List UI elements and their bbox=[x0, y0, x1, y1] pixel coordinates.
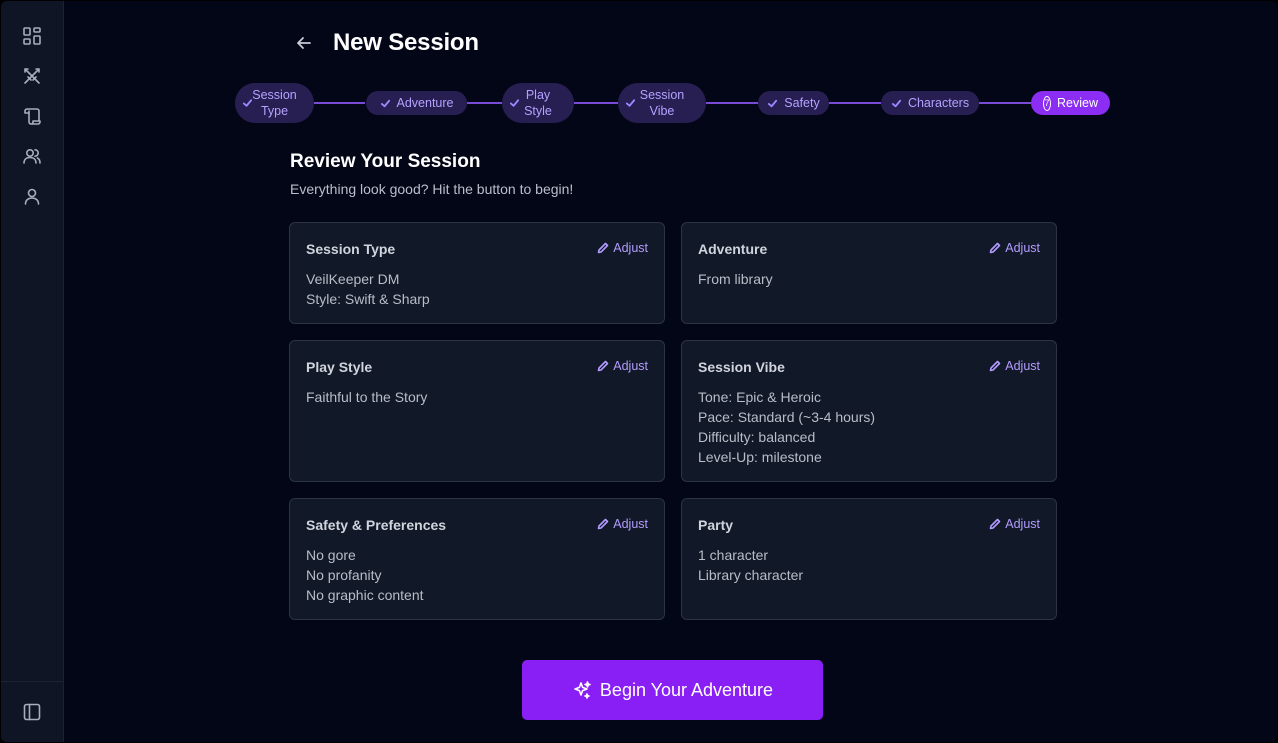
step-session-type[interactable]: Session Type bbox=[235, 83, 314, 123]
step-connector bbox=[467, 102, 502, 104]
step-label-line: Play bbox=[525, 88, 551, 102]
step-label: Safety bbox=[784, 96, 820, 110]
adjust-label: Adjust bbox=[613, 359, 648, 373]
step-connector bbox=[314, 102, 365, 104]
card-line: Level-Up: milestone bbox=[698, 449, 822, 465]
adjust-label: Adjust bbox=[1005, 517, 1040, 531]
app-window: New Session Session Type Adventure Play … bbox=[1, 1, 1277, 742]
card-details: VeilKeeper DM Style: Swift & Sharp bbox=[306, 269, 430, 309]
step-connector bbox=[574, 102, 618, 104]
swords-icon[interactable] bbox=[21, 65, 43, 87]
card-title: Adventure bbox=[698, 241, 768, 257]
pencil-icon bbox=[597, 242, 613, 254]
pencil-icon bbox=[597, 360, 613, 372]
sidebar bbox=[1, 1, 64, 742]
adjust-button[interactable]: Adjust bbox=[597, 241, 648, 255]
dashboard-icon[interactable] bbox=[21, 25, 43, 47]
section-title: Review Your Session bbox=[290, 151, 481, 172]
card-title: Party bbox=[698, 517, 734, 533]
adjust-label: Adjust bbox=[613, 241, 648, 255]
step-connector bbox=[706, 102, 758, 104]
pencil-icon bbox=[597, 518, 613, 530]
card-line: No profanity bbox=[306, 567, 382, 583]
sparkles-icon bbox=[572, 680, 600, 700]
card-session-type: Session Type Adjust VeilKeeper DM Style:… bbox=[289, 222, 665, 324]
card-line: Faithful to the Story bbox=[306, 389, 428, 405]
card-line: 1 character bbox=[698, 547, 769, 563]
pencil-icon bbox=[989, 360, 1005, 372]
adjust-button[interactable]: Adjust bbox=[597, 359, 648, 373]
begin-adventure-button[interactable]: Begin Your Adventure bbox=[522, 660, 823, 720]
adjust-button[interactable]: Adjust bbox=[989, 517, 1040, 531]
card-line: No graphic content bbox=[306, 587, 424, 603]
card-details: No gore No profanity No graphic content bbox=[306, 545, 424, 605]
check-icon bbox=[625, 98, 636, 109]
adjust-button[interactable]: Adjust bbox=[989, 359, 1040, 373]
card-line: Pace: Standard (~3-4 hours) bbox=[698, 409, 876, 425]
card-session-vibe: Session Vibe Adjust Tone: Epic & Heroic … bbox=[681, 340, 1057, 482]
check-icon bbox=[509, 98, 520, 109]
step-label-line: Session bbox=[639, 88, 685, 102]
step-label: Review bbox=[1057, 96, 1098, 110]
check-icon bbox=[767, 98, 778, 109]
card-title: Safety & Preferences bbox=[306, 517, 447, 533]
card-safety-preferences: Safety & Preferences Adjust No gore No p… bbox=[289, 498, 665, 620]
card-line: Library character bbox=[698, 567, 804, 583]
step-label-line: Session bbox=[252, 88, 297, 102]
step-label-line: Vibe bbox=[649, 104, 675, 118]
begin-adventure-label: Begin Your Adventure bbox=[599, 679, 774, 700]
card-line: Difficulty: balanced bbox=[698, 429, 816, 445]
check-icon bbox=[242, 98, 253, 109]
section-subtitle: Everything look good? Hit the button to … bbox=[290, 181, 574, 197]
step-review[interactable]: 7 Review bbox=[1031, 91, 1110, 115]
users-icon[interactable] bbox=[21, 145, 43, 167]
step-label: Session Type bbox=[252, 87, 296, 119]
card-line: Style: Swift & Sharp bbox=[306, 291, 430, 307]
step-number: 7 bbox=[1043, 95, 1051, 111]
pencil-icon bbox=[989, 518, 1005, 530]
back-button[interactable] bbox=[292, 31, 316, 55]
adjust-label: Adjust bbox=[1005, 359, 1040, 373]
card-details: Tone: Epic & Heroic Pace: Standard (~3-4… bbox=[698, 387, 875, 467]
step-label-line: Type bbox=[260, 104, 289, 118]
card-title: Session Type bbox=[306, 241, 396, 257]
card-details: 1 character Library character bbox=[698, 545, 803, 585]
step-label-line: Style bbox=[524, 104, 552, 118]
adjust-label: Adjust bbox=[613, 517, 648, 531]
panel-toggle-icon[interactable] bbox=[21, 701, 43, 723]
adjust-button[interactable]: Adjust bbox=[597, 517, 648, 531]
card-details: From library bbox=[698, 269, 773, 289]
step-safety[interactable]: Safety bbox=[758, 91, 829, 115]
card-line: No gore bbox=[306, 547, 356, 563]
card-line: Tone: Epic & Heroic bbox=[698, 389, 821, 405]
step-label: Play Style bbox=[524, 87, 552, 119]
check-icon bbox=[891, 98, 902, 109]
check-icon bbox=[380, 98, 391, 109]
step-characters[interactable]: Characters bbox=[881, 91, 979, 115]
card-party: Party Adjust 1 character Library charact… bbox=[681, 498, 1057, 620]
page-title: New Session bbox=[333, 29, 479, 56]
step-session-vibe[interactable]: Session Vibe bbox=[618, 83, 706, 123]
scroll-icon[interactable] bbox=[21, 105, 43, 127]
step-adventure[interactable]: Adventure bbox=[366, 91, 467, 115]
step-label: Characters bbox=[907, 96, 970, 110]
step-play-style[interactable]: Play Style bbox=[502, 83, 574, 123]
step-connector bbox=[829, 102, 881, 104]
user-icon[interactable] bbox=[21, 185, 43, 207]
adjust-button[interactable]: Adjust bbox=[989, 241, 1040, 255]
card-line: VeilKeeper DM bbox=[306, 271, 400, 287]
step-label: Adventure bbox=[396, 96, 454, 110]
pencil-icon bbox=[989, 242, 1005, 254]
step-label: Session Vibe bbox=[640, 87, 684, 119]
step-connector bbox=[979, 102, 1031, 104]
card-title: Session Vibe bbox=[698, 359, 785, 375]
card-play-style: Play Style Adjust Faithful to the Story bbox=[289, 340, 665, 482]
adjust-label: Adjust bbox=[1005, 241, 1040, 255]
card-title: Play Style bbox=[306, 359, 373, 375]
sidebar-footer bbox=[1, 681, 63, 742]
card-line: From library bbox=[698, 271, 773, 287]
card-details: Faithful to the Story bbox=[306, 387, 427, 407]
card-adventure: Adventure Adjust From library bbox=[681, 222, 1057, 324]
arrow-left-icon bbox=[295, 34, 313, 52]
